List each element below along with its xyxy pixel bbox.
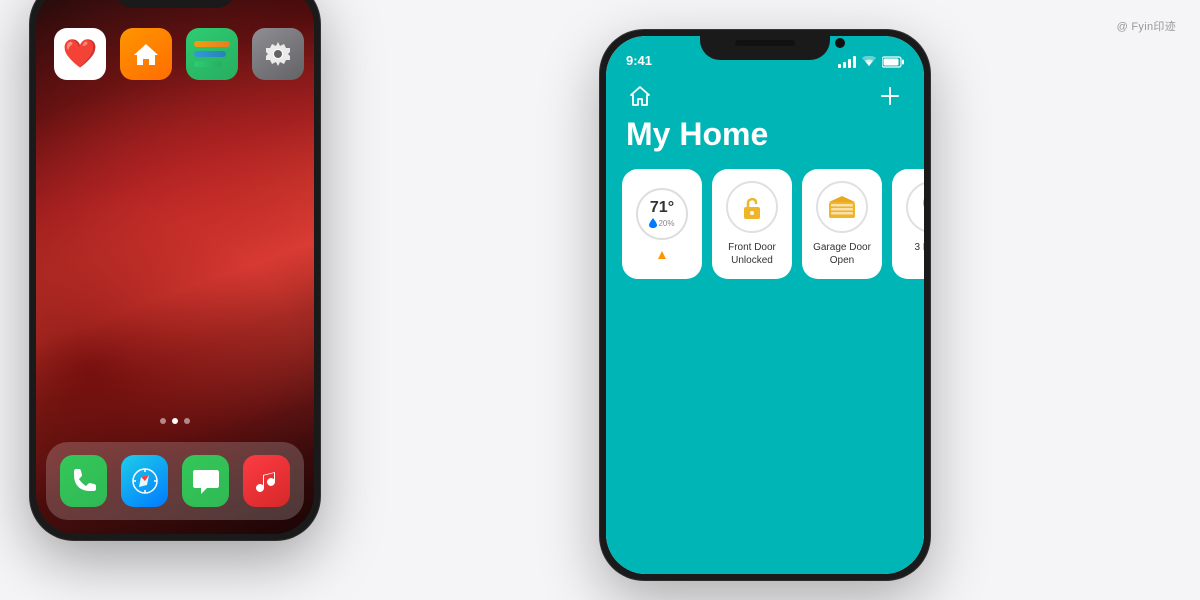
home-svg-icon	[131, 39, 161, 69]
safari-app-icon[interactable]	[121, 455, 168, 507]
lock-open-icon	[738, 193, 766, 221]
droplet-icon	[649, 218, 657, 228]
wallet-app-icon[interactable]: Wallet	[186, 28, 238, 80]
right-phone-frame: 9:41	[600, 30, 930, 580]
humidity-value: 20%	[658, 219, 674, 228]
page-dots	[160, 418, 190, 424]
bar-1	[838, 64, 841, 68]
phone-icon	[70, 467, 98, 495]
front-door-circle	[726, 181, 778, 233]
home-app-content: My Home 71° 20%	[606, 72, 924, 574]
dock	[46, 442, 304, 520]
wallpaper: ❤️ Health Home	[36, 0, 314, 534]
dot-1	[160, 418, 166, 424]
message-bubble-icon	[191, 466, 221, 496]
thermostat-tile[interactable]: 71° 20%	[622, 169, 702, 279]
add-button[interactable]	[876, 82, 904, 110]
gear-icon	[264, 40, 292, 68]
garage-door-circle	[816, 181, 868, 233]
dot-2	[172, 418, 178, 424]
lights-circle	[906, 181, 924, 233]
up-arrow-icon	[657, 250, 667, 260]
messages-app-icon[interactable]	[182, 455, 229, 507]
battery-icon	[882, 56, 904, 68]
settings-app-icon[interactable]: Settings	[252, 28, 304, 80]
bar-4	[853, 56, 856, 68]
front-camera	[835, 38, 845, 48]
garage-door-label: Garage Door Open	[813, 241, 871, 267]
top-app-row: ❤️ Health Home	[54, 28, 304, 80]
device-tiles: 71° 20%	[606, 169, 924, 279]
speaker-notch	[735, 40, 795, 46]
health-app-icon[interactable]: ❤️ Health	[54, 28, 106, 80]
music-app-icon[interactable]	[243, 455, 290, 507]
music-note-icon	[253, 467, 281, 495]
home-app-icon[interactable]: Home	[120, 28, 172, 80]
garage-icon	[827, 194, 857, 220]
front-door-tile[interactable]: Front Door Unlocked	[712, 169, 792, 279]
left-phone: ❤️ Health Home	[30, 0, 340, 550]
bulb-icon	[919, 192, 924, 222]
home-app-title: My Home	[606, 110, 924, 169]
bar-3	[848, 59, 851, 68]
left-phone-frame: ❤️ Health Home	[30, 0, 320, 540]
phone-app-icon[interactable]	[60, 455, 107, 507]
lights-tile[interactable]: 3 Lights On	[892, 169, 924, 279]
thermostat-humidity: 20%	[649, 218, 674, 228]
heart-icon: ❤️	[63, 40, 98, 68]
dot-3	[184, 418, 190, 424]
right-phone: 9:41	[600, 30, 950, 590]
status-time: 9:41	[626, 53, 652, 68]
compass-icon	[130, 466, 160, 496]
left-phone-screen: ❤️ Health Home	[36, 0, 314, 534]
front-door-label: Front Door Unlocked	[728, 241, 776, 267]
lights-label: 3 Lights On	[914, 241, 924, 267]
wifi-icon	[861, 56, 877, 68]
right-phone-screen: 9:41	[606, 36, 924, 574]
bar-2	[843, 62, 846, 68]
status-icons	[838, 56, 904, 68]
home-header	[606, 72, 924, 110]
house-outline-icon	[629, 85, 651, 107]
temp-arrow	[657, 250, 667, 260]
signal-icon	[838, 56, 856, 68]
watermark: @ Fyin印迹	[1117, 18, 1176, 34]
home-nav-icon[interactable]	[626, 82, 654, 110]
thermostat-temp: 71°	[650, 200, 674, 216]
plus-icon	[880, 86, 900, 106]
garage-door-tile[interactable]: Garage Door Open	[802, 169, 882, 279]
thermostat-display: 71° 20%	[636, 188, 688, 240]
